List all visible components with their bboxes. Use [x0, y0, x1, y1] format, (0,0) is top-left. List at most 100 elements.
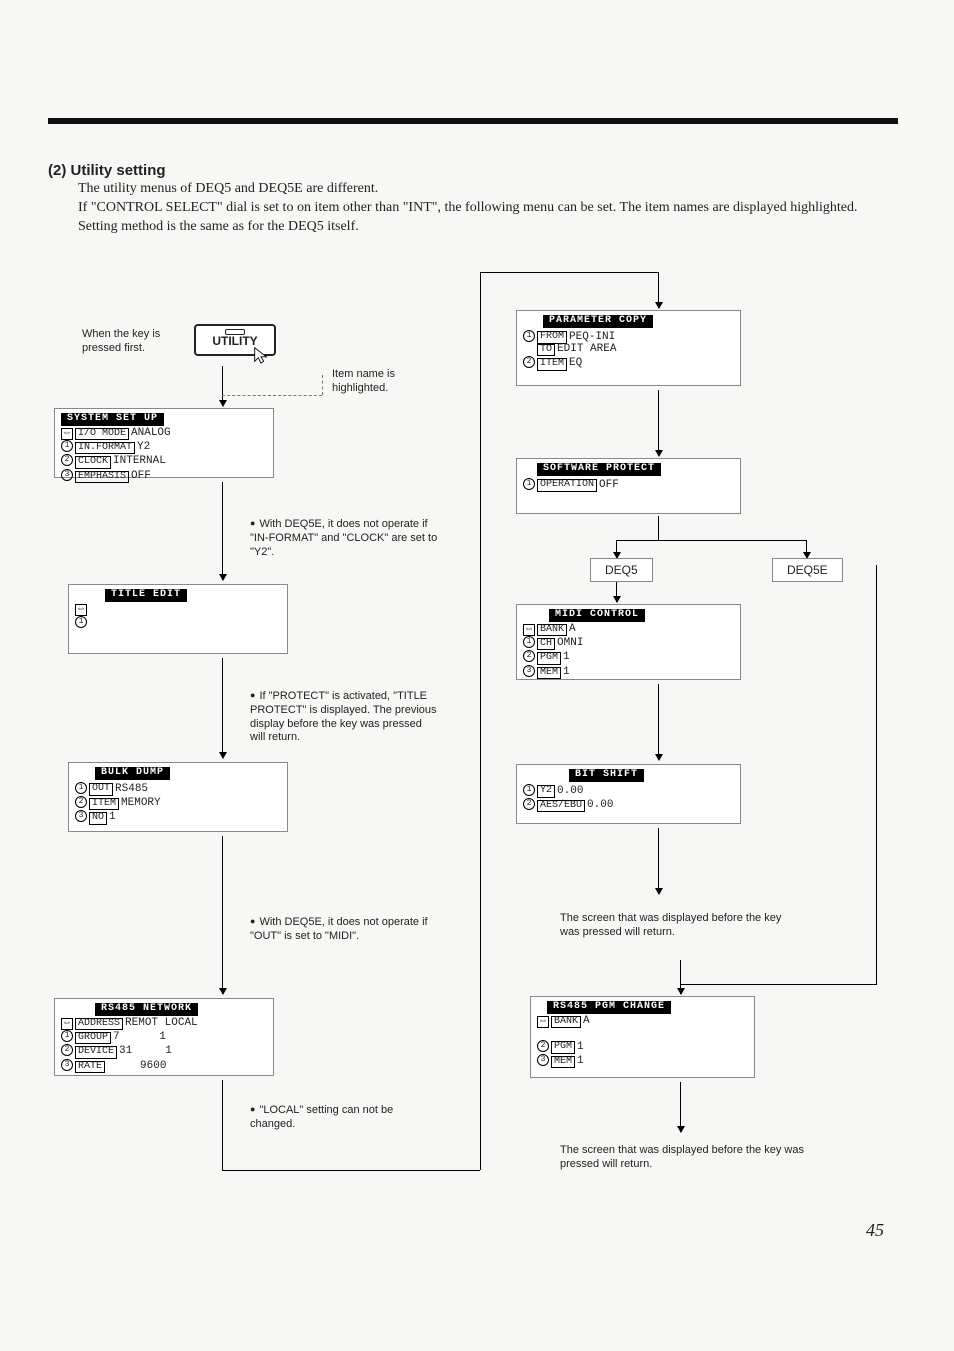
flow-arrow [806, 540, 807, 558]
index-icon: 2 [75, 796, 87, 808]
lcd-row: 2PGM1 [537, 1040, 748, 1054]
utility-key[interactable]: UTILITY [194, 324, 276, 356]
lcd-row: 1OPERATIONOFF [523, 478, 734, 492]
lcd-row: ⇔BANKA [537, 1016, 748, 1029]
flow-arrow [222, 836, 223, 994]
lcd-field-label: ITEM [89, 798, 119, 811]
lcd-field-label: GROUP [75, 1032, 111, 1045]
flow-line [222, 1170, 480, 1171]
lcd-row [537, 1028, 748, 1040]
index-icon: 1 [523, 636, 535, 648]
lcd-rs485-network: RS485 NETWORK ⇔ADDRESSREMOT LOCAL1GROUP7… [54, 998, 274, 1076]
lcd-field-value: PEQ-INI [569, 330, 615, 342]
lcd-row: 1CHOMNI [523, 636, 734, 650]
lcd-row: 2PGM1 [523, 650, 734, 664]
lcd-field-value: OFF [131, 470, 151, 482]
index-icon: 2 [537, 1040, 549, 1052]
intro-text: The utility menus of DEQ5 and DEQ5E are … [78, 180, 894, 237]
section-title: Utility setting [71, 162, 166, 179]
nav-icon: ⇔ [61, 1018, 73, 1031]
lcd-field-value: 31 1 [119, 1045, 172, 1057]
lcd-title: RS485 PGM CHANGE [547, 1001, 671, 1014]
leader-line [222, 395, 322, 397]
index-icon: 1 [75, 616, 87, 628]
flow-line [222, 1080, 223, 1170]
lcd-title: MIDI CONTROL [549, 609, 645, 622]
branch-deq5: DEQ5 [590, 558, 653, 582]
note-item-highlighted: Item name is highlighted. [332, 368, 432, 396]
lcd-field-value: 0.00 [587, 799, 613, 811]
lcd-field-value: INTERNAL [113, 455, 166, 467]
lcd-field-value: 1 [577, 1055, 584, 1067]
lcd-field-value: 1 [109, 811, 116, 823]
index-icon: 2 [523, 356, 535, 368]
branch-deq5e: DEQ5E [772, 558, 843, 582]
lcd-field-value: ANALOG [131, 427, 171, 439]
index-icon: 1 [75, 782, 87, 794]
note-title-edit: If "PROTECT" is activated, "TITLE PROTEC… [250, 690, 440, 745]
lcd-field-value: 9600 [107, 1060, 166, 1072]
note-system-setup: With DEQ5E, it does not operate if "IN-F… [250, 518, 440, 559]
index-icon: 2 [523, 798, 535, 810]
lcd-title: RS485 NETWORK [95, 1003, 198, 1016]
flow-line [616, 540, 806, 541]
index-icon: 1 [523, 330, 535, 342]
lcd-row: 1GROUP7 1 [61, 1030, 267, 1044]
lcd-field-value: OFF [599, 478, 619, 490]
index-icon: 1 [61, 440, 73, 452]
lcd-field-value: EQ [569, 357, 582, 369]
lcd-title: SYSTEM SET UP [61, 413, 164, 426]
lcd-row: 3EMPHASISOFF [61, 469, 267, 483]
page: (2) Utility setting The utility menus of… [0, 0, 954, 1351]
lcd-field-label: MEM [551, 1056, 575, 1069]
index-icon: 2 [61, 1044, 73, 1056]
lcd-field-label: EMPHASIS [75, 471, 129, 484]
note-bulk-dump: With DEQ5E, it does not operate if "OUT"… [250, 916, 440, 944]
index-icon: 3 [537, 1054, 549, 1066]
index-icon: 3 [61, 1059, 73, 1071]
lcd-row: ⇔ADDRESSREMOT LOCAL [61, 1018, 267, 1031]
leader-line [322, 375, 323, 395]
nav-icon: ⇔ [523, 624, 535, 637]
page-number: 45 [866, 1220, 884, 1241]
lcd-field-value: 0.00 [557, 784, 583, 796]
lcd-field-label: CLOCK [75, 456, 111, 469]
lcd-field-label: BANK [537, 624, 567, 637]
lcd-title: BIT SHIFT [569, 769, 644, 782]
lcd-field-label: RATE [75, 1061, 105, 1074]
flow-line [658, 516, 659, 540]
lcd-field-label: NO [89, 812, 107, 825]
lcd-row: 2CLOCKINTERNAL [61, 454, 267, 468]
lcd-title: SOFTWARE PROTECT [537, 463, 661, 476]
intro-line: The utility menus of DEQ5 and DEQ5E are … [78, 180, 894, 199]
lcd-field-label: ITEM [537, 358, 567, 371]
lcd-bulk-dump: BULK DUMP 1OUTRS4852ITEMMEMORY3NO1 [68, 762, 288, 832]
utility-key-label: UTILITY [212, 334, 257, 348]
lcd-row: 3MEM1 [523, 665, 734, 679]
lcd-field-value: 1 [563, 651, 570, 663]
lcd-field-value: 7 1 [113, 1031, 166, 1043]
flow-arrow [658, 828, 659, 894]
lcd-title: BULK DUMP [95, 767, 170, 780]
lcd-row: ⇔I/O MODEANALOG [61, 428, 267, 441]
flow-line [876, 565, 877, 985]
lcd-row: TOEDIT AREA [523, 344, 734, 357]
lcd-field-label: ADDRESS [75, 1018, 123, 1031]
lcd-field-value: OMNI [557, 637, 583, 649]
intro-line: If "CONTROL SELECT" dial is set to on it… [78, 199, 894, 218]
lcd-field-value: RS485 [115, 782, 148, 794]
flow-arrow [222, 366, 223, 406]
lcd-field-label: TO [537, 344, 555, 357]
lcd-row: 2AES/EBU0.00 [523, 798, 734, 812]
flow-arrow [658, 272, 659, 308]
lcd-row: 2DEVICE31 1 [61, 1044, 267, 1058]
lcd-row: 2ITEMMEMORY [75, 796, 281, 810]
lcd-row: 1IN.FORMATY2 [61, 440, 267, 454]
flow-arrow [680, 960, 681, 994]
flow-arrow [222, 482, 223, 580]
note-return: The screen that was displayed before the… [560, 1144, 820, 1172]
index-icon: 2 [61, 454, 73, 466]
lcd-parameter-copy: PARAMETER COPY 1FROMPEQ-INITOEDIT AREA2I… [516, 310, 741, 386]
lcd-row: 1Y20.00 [523, 784, 734, 798]
flow-arrow [658, 684, 659, 760]
